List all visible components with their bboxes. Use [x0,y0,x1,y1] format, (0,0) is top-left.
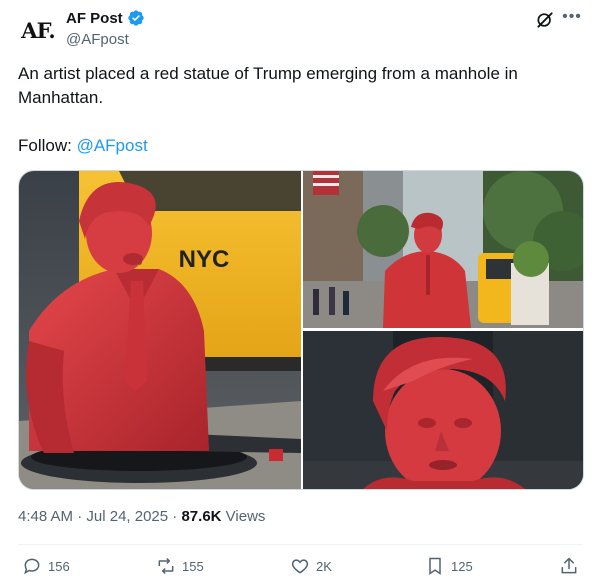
grok-icon[interactable] [535,10,555,30]
repost-count: 155 [182,558,204,574]
tweet-body: An artist placed a red statue of Trump e… [18,64,518,107]
photo-street-view[interactable] [303,171,583,328]
repost-icon [158,557,174,575]
tweet-header: AF. AF Post @AFpost ••• [18,6,583,50]
bookmark-count: 125 [451,558,473,574]
reply-icon [24,558,40,575]
like-icon [291,559,309,574]
tweet-date[interactable]: Jul 24, 2025 [86,508,168,525]
reply-count: 156 [48,558,70,574]
divider [18,544,583,545]
like-button[interactable]: 2K [290,556,332,576]
repost-button[interactable]: 155 [156,556,204,576]
meta-separator: · [73,508,87,525]
tweet-time[interactable]: 4:48 AM [18,508,73,525]
share-icon [561,557,577,574]
bookmark-icon [429,557,441,575]
photo-statue-closeup[interactable] [303,331,583,489]
media-grid: NYC [18,170,584,490]
share-button[interactable] [559,556,579,576]
taxi-nyc-text: NYC [179,246,230,273]
views-count: 87.6K [181,508,222,525]
author-name-row: AF Post [66,9,145,27]
views-label: Views [221,508,266,525]
action-bar: 156 155 2K 125 [18,556,583,582]
author-handle[interactable]: @AFpost [66,31,129,48]
follow-line: Follow: @AFpost [18,134,148,158]
tweet-text: An artist placed a red statue of Trump e… [18,62,578,134]
more-icon[interactable]: ••• [561,7,583,27]
follow-prefix: Follow: [18,136,77,155]
avatar[interactable]: AF. [18,10,58,50]
follow-mention-link[interactable]: @AFpost [77,136,148,155]
like-count: 2K [316,558,332,574]
photo-statue-manhole[interactable]: NYC [19,171,301,489]
meta-separator: · [168,508,182,525]
tweet-meta: 4:48 AM · Jul 24, 2025 · 87.6K Views [18,508,265,525]
reply-button[interactable]: 156 [22,556,70,576]
bookmark-button[interactable]: 125 [425,556,473,576]
verified-badge-icon [127,10,144,26]
author-display-name[interactable]: AF Post [66,10,123,27]
